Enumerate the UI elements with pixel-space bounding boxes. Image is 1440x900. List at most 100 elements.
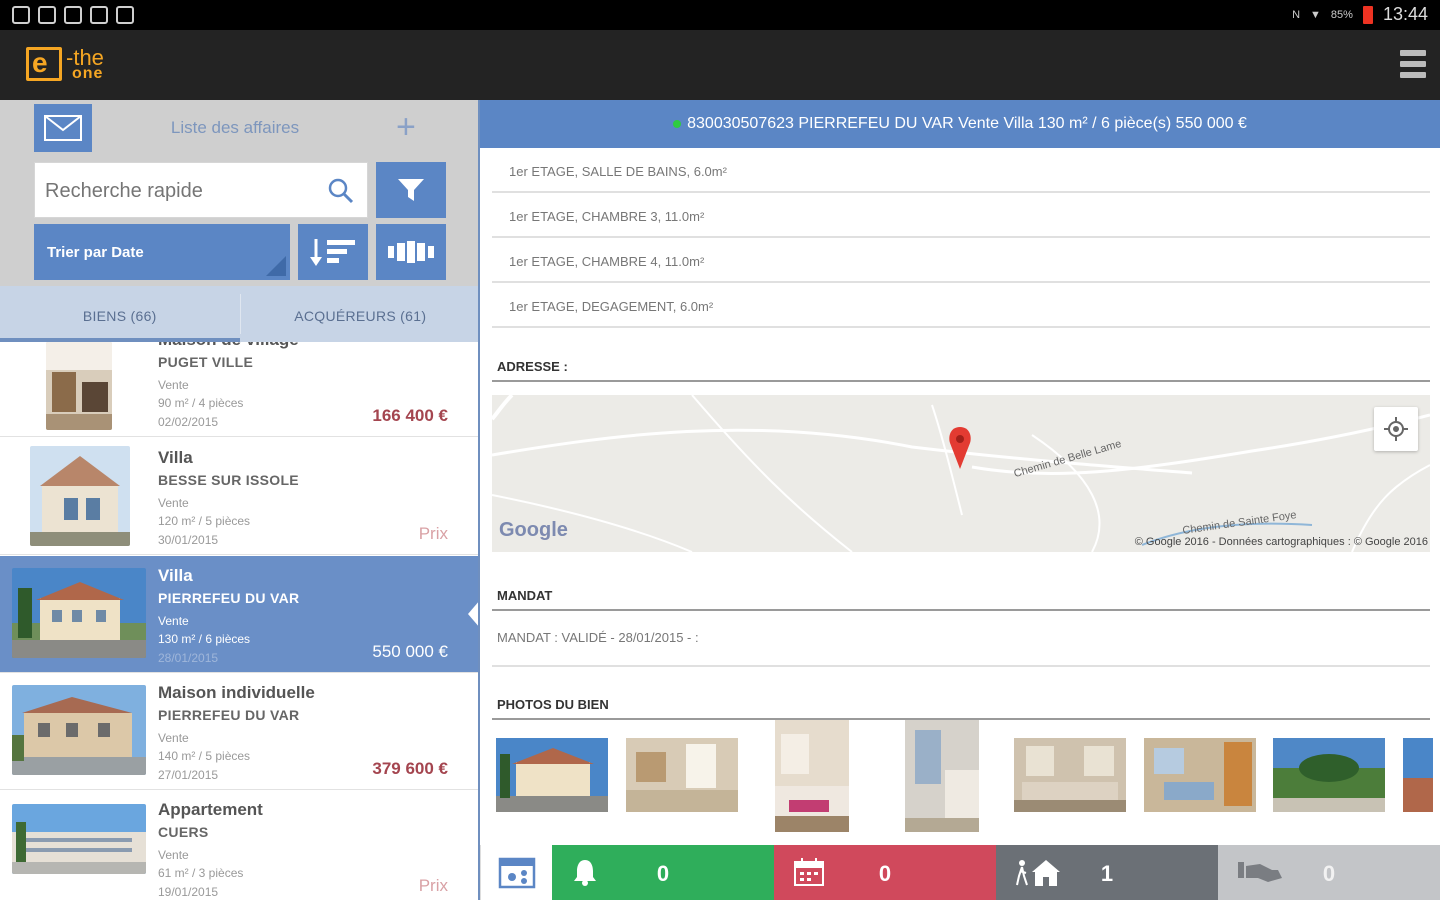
app-bar: e -the one xyxy=(0,30,1440,100)
photo-thumbnail[interactable] xyxy=(905,720,979,832)
offers-button[interactable]: 0 xyxy=(1218,845,1440,900)
tab-biens[interactable]: BIENS (66) xyxy=(0,286,240,342)
item-surface: 90 m² / 4 pièces xyxy=(158,396,244,410)
mandat-status: MANDAT : VALIDÉ - 28/01/2015 - : xyxy=(492,623,1430,667)
my-location-button[interactable] xyxy=(1374,407,1418,451)
tab-acquereurs[interactable]: ACQUÉREURS (61) xyxy=(241,286,481,342)
clock: 13:44 xyxy=(1382,4,1428,24)
list-tabs: BIENS (66) ACQUÉREURS (61) xyxy=(0,286,480,342)
share-icon xyxy=(498,857,535,888)
map-view[interactable]: Chemin de Belle Lame Chemin de Sainte Fo… xyxy=(492,395,1430,552)
photo-thumbnail[interactable] xyxy=(626,738,738,812)
share-button[interactable] xyxy=(480,845,552,900)
item-city: CUERS xyxy=(158,824,209,840)
visits-button[interactable]: 1 xyxy=(996,845,1218,900)
offers-count: 0 xyxy=(1322,861,1336,886)
detail-header-title: 830030507623 PIERREFEU DU VAR Vente Vill… xyxy=(687,115,1247,132)
left-panel: Liste des affaires + Trier par Date BIEN… xyxy=(0,100,480,900)
item-city: BESSE SUR ISSOLE xyxy=(158,472,299,488)
item-type: Vente xyxy=(158,614,189,628)
item-price: 166 400 € xyxy=(372,406,448,425)
item-surface: 140 m² / 5 pièces xyxy=(158,749,251,763)
item-title: Maison de village xyxy=(158,342,299,350)
sync-icon xyxy=(64,6,82,24)
detail-header: 830030507623 PIERREFEU DU VAR Vente Vill… xyxy=(480,100,1440,148)
list-item[interactable]: Villa BESSE SUR ISSOLE Vente 120 m² / 5 … xyxy=(0,438,478,555)
item-date: 30/01/2015 xyxy=(158,533,219,547)
notification-icon xyxy=(12,6,30,24)
list-item[interactable]: Appartement CUERS Vente 61 m² / 3 pièces… xyxy=(0,790,478,900)
item-date: 19/01/2015 xyxy=(158,885,219,899)
list-item-selected[interactable]: Villa PIERREFEU DU VAR Vente 130 m² / 6 … xyxy=(0,556,480,673)
item-price: 550 000 € xyxy=(372,642,448,661)
alerts-count: 0 xyxy=(656,861,670,886)
calendar-button[interactable]: 0 xyxy=(774,845,996,900)
nfc-icon: N xyxy=(1292,8,1301,21)
item-type: Vente xyxy=(158,378,189,392)
mail-button[interactable] xyxy=(34,104,92,152)
photo-thumbnail[interactable] xyxy=(775,720,849,832)
alerts-button[interactable]: 0 xyxy=(552,845,774,900)
crosshair-icon xyxy=(1384,417,1408,441)
property-thumbnail xyxy=(12,685,146,775)
photo-thumbnail[interactable] xyxy=(1144,738,1256,812)
item-city: PUGET VILLE xyxy=(158,354,254,370)
photo-gallery xyxy=(496,720,1440,838)
room-row: 1er ETAGE, CHAMBRE 3, 11.0m² xyxy=(492,193,1430,238)
filter-icon xyxy=(398,179,424,201)
visits-count: 1 xyxy=(1100,861,1114,886)
map-pin-icon xyxy=(949,427,971,469)
view-toggle-button[interactable] xyxy=(376,224,446,280)
item-date: 27/01/2015 xyxy=(158,768,219,782)
carousel-icon xyxy=(388,241,434,263)
address-title: ADRESSE : xyxy=(492,359,1430,382)
item-date: 28/01/2015 xyxy=(158,651,219,665)
filter-button[interactable] xyxy=(376,162,446,218)
android-icon xyxy=(38,6,56,24)
sort-label: Trier par Date xyxy=(47,244,144,261)
detail-panel: 830030507623 PIERREFEU DU VAR Vente Vill… xyxy=(480,100,1440,900)
room-row: 1er ETAGE, SALLE DE BAINS, 6.0m² xyxy=(492,148,1430,193)
item-type: Vente xyxy=(158,731,189,745)
room-row: 1er ETAGE, CHAMBRE 4, 11.0m² xyxy=(492,238,1430,283)
battery-icon xyxy=(1362,5,1373,24)
sort-select[interactable]: Trier par Date xyxy=(34,224,290,280)
search-input[interactable] xyxy=(45,177,315,205)
list-title: Liste des affaires xyxy=(170,118,300,137)
property-thumbnail xyxy=(12,568,146,658)
notification-icons xyxy=(12,6,134,24)
item-price: Prix xyxy=(418,876,448,895)
property-thumbnail xyxy=(46,342,112,430)
status-bar: N ▼ 85% 13:44 xyxy=(0,0,1440,30)
battery-percent: 85% xyxy=(1330,8,1353,21)
photo-thumbnail[interactable] xyxy=(1403,738,1433,812)
photo-thumbnail[interactable] xyxy=(1014,738,1126,812)
property-thumbnail xyxy=(30,446,130,546)
item-type: Vente xyxy=(158,496,189,510)
photos-title: PHOTOS DU BIEN xyxy=(492,697,1430,720)
sort-desc-icon xyxy=(310,239,355,266)
flipboard-icon xyxy=(90,6,108,24)
item-title: Appartement xyxy=(158,800,263,819)
dropdown-corner-icon xyxy=(266,256,286,276)
item-surface: 130 m² / 6 pièces xyxy=(158,632,251,646)
property-list: Maison de village PUGET VILLE Vente 90 m… xyxy=(0,342,480,900)
mail-icon xyxy=(44,115,82,141)
item-city: PIERREFEU DU VAR xyxy=(158,590,300,606)
photo-thumbnail[interactable] xyxy=(496,738,608,812)
search-icon[interactable] xyxy=(327,177,355,205)
search-box[interactable] xyxy=(34,162,368,218)
item-type: Vente xyxy=(158,848,189,862)
item-city: PIERREFEU DU VAR xyxy=(158,707,300,723)
room-row: 1er ETAGE, DEGAGEMENT, 6.0m² xyxy=(492,283,1430,328)
list-item[interactable]: Maison individuelle PIERREFEU DU VAR Ven… xyxy=(0,673,478,790)
list-toolbar: Liste des affaires + Trier par Date xyxy=(0,100,480,286)
list-item[interactable]: Maison de village PUGET VILLE Vente 90 m… xyxy=(0,342,478,437)
menu-icon[interactable] xyxy=(1400,50,1426,78)
mandat-title: MANDAT xyxy=(492,588,1430,611)
photo-thumbnail[interactable] xyxy=(1273,738,1385,812)
app-logo: e -the one xyxy=(26,45,118,85)
add-button[interactable]: + xyxy=(396,110,416,144)
property-thumbnail xyxy=(12,804,146,874)
sort-direction-button[interactable] xyxy=(298,224,368,280)
